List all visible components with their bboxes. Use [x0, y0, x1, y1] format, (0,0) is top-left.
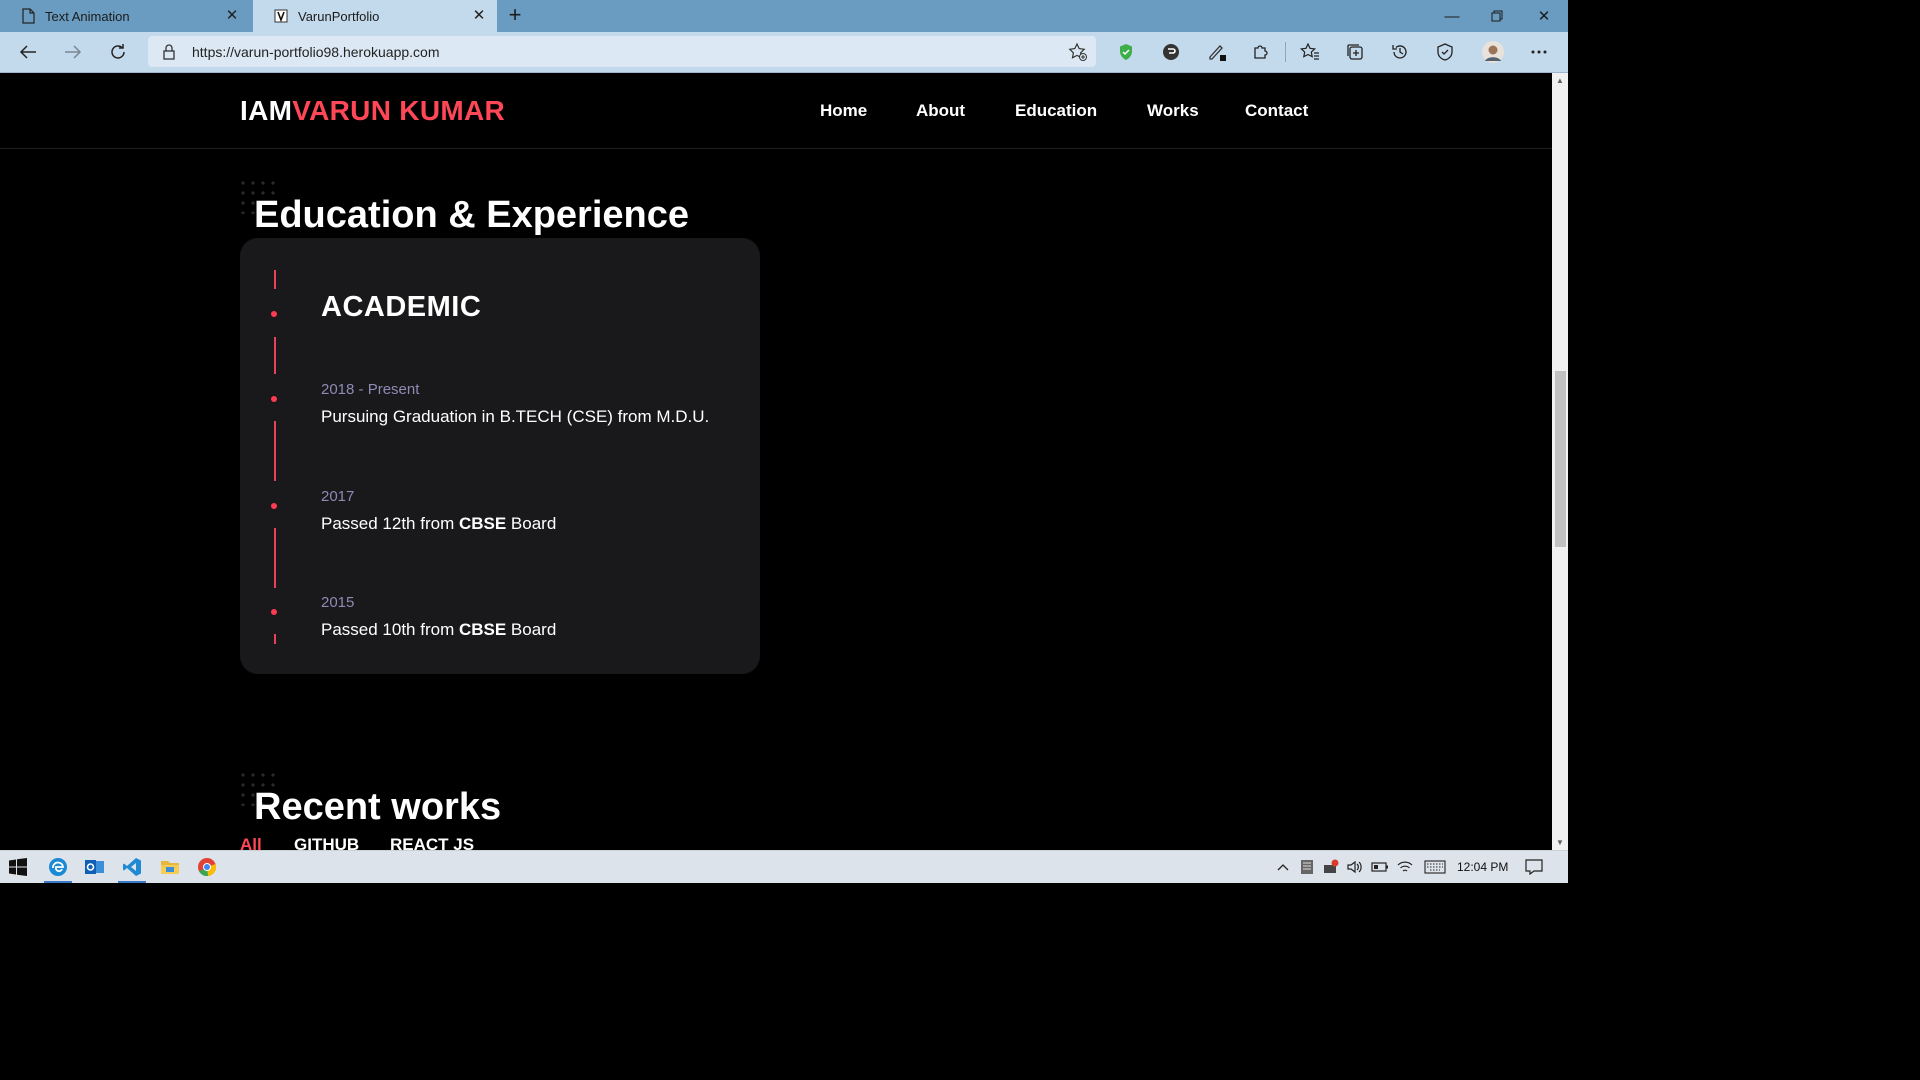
academic-heading: ACADEMIC [321, 291, 482, 323]
toolbar-divider [1285, 42, 1286, 62]
windows-start-icon[interactable] [0, 851, 36, 883]
volume-icon[interactable] [1346, 858, 1364, 876]
extension-icon[interactable] [1156, 38, 1186, 66]
item-description: Pursuing Graduation in B.TECH (CSE) from… [321, 407, 710, 426]
nav-link-contact[interactable]: Contact [1245, 101, 1308, 121]
collections-icon[interactable] [1340, 38, 1370, 66]
timeline-line [274, 634, 276, 644]
education-section-title: Education & Experience [254, 194, 690, 236]
windows-taskbar: 12:04 PM [0, 850, 1568, 883]
show-hidden-icons-icon[interactable] [1274, 858, 1292, 876]
wifi-icon[interactable] [1396, 858, 1414, 876]
timeline-line [274, 421, 276, 481]
tab-text-animation[interactable]: Text Animation ✕ [0, 0, 250, 32]
back-icon[interactable] [13, 38, 43, 66]
nav-link-home[interactable]: Home [820, 101, 867, 121]
timeline-dot [271, 311, 277, 317]
shield-extension-icon[interactable] [1111, 38, 1141, 66]
browser-toolbar: https://varun-portfolio98.herokuapp.com [0, 32, 1568, 73]
nav-link-about[interactable]: About [916, 101, 965, 121]
taskbar-clock[interactable]: 12:04 PM [1457, 860, 1508, 874]
keyboard-icon[interactable] [1423, 858, 1447, 876]
item-description-text: Board [506, 514, 557, 533]
site-logo[interactable]: IAMVARUN KUMAR [240, 95, 505, 127]
browser-tab-bar: Text Animation ✕ VarunPortfolio ✕ + — ✕ [0, 0, 1568, 32]
lock-icon[interactable] [162, 44, 178, 60]
outlook-icon[interactable] [77, 851, 113, 883]
works-section-title: Recent works [254, 786, 502, 828]
web-page: IAMVARUN KUMAR Home About Education Work… [0, 73, 1552, 850]
item-year: 2015 [321, 594, 355, 611]
academic-card: ACADEMIC 2018 - Present Pursuing Graduat… [240, 238, 760, 674]
page-scrollbar[interactable]: ▲ ▼ [1552, 73, 1568, 850]
scrollbar-thumb[interactable] [1555, 371, 1566, 547]
page-icon [20, 8, 36, 24]
timeline-line [274, 270, 276, 289]
filter-all[interactable]: All [240, 835, 262, 850]
site-favicon-icon [273, 8, 289, 24]
item-description-text: Passed 10th from [321, 620, 459, 639]
add-favorite-icon[interactable] [1068, 42, 1088, 62]
new-tab-icon[interactable]: + [504, 4, 526, 26]
filter-react-js[interactable]: REACT JS [390, 835, 474, 850]
tab-varun-portfolio[interactable]: VarunPortfolio ✕ [253, 0, 497, 32]
item-description: Passed 12th from CBSE Board [321, 514, 556, 534]
nav-link-works[interactable]: Works [1147, 101, 1199, 121]
puzzle-icon[interactable] [1246, 38, 1276, 66]
url-text: https://varun-portfolio98.herokuapp.com [192, 44, 440, 60]
more-icon[interactable] [1524, 38, 1554, 66]
refresh-icon[interactable] [103, 38, 133, 66]
history-icon[interactable] [1385, 38, 1415, 66]
item-description-text: Board [506, 620, 557, 639]
tab-title: Text Animation [45, 8, 130, 24]
item-year: 2018 - Present [321, 381, 420, 398]
restore-icon[interactable] [1474, 0, 1520, 32]
item-description-board: CBSE [458, 620, 507, 639]
nav-link-education[interactable]: Education [1015, 101, 1097, 121]
minimize-icon[interactable]: — [1429, 0, 1475, 32]
item-year: 2017 [321, 488, 355, 505]
profile-avatar[interactable] [1478, 38, 1508, 66]
file-explorer-icon[interactable] [152, 851, 188, 883]
performance-icon[interactable] [1430, 38, 1460, 66]
forward-icon[interactable] [58, 38, 88, 66]
timeline-dot [271, 396, 277, 402]
notebook-tray-icon[interactable] [1298, 858, 1316, 876]
logo-prefix: IAM [240, 95, 293, 126]
close-icon[interactable]: ✕ [224, 8, 240, 24]
chrome-icon[interactable] [189, 851, 225, 883]
window-close-icon[interactable]: ✕ [1521, 0, 1567, 32]
pen-extension-icon[interactable] [1202, 38, 1232, 66]
item-description: Passed 10th from CBSE Board [321, 620, 556, 640]
address-bar[interactable]: https://varun-portfolio98.herokuapp.com [148, 36, 1096, 67]
item-description-text: Passed 12th from [321, 514, 459, 533]
timeline-line [274, 337, 276, 374]
network-alert-icon[interactable] [1322, 858, 1340, 876]
item-description-board: CBSE [458, 514, 507, 533]
close-icon[interactable]: ✕ [471, 8, 487, 24]
scroll-down-icon[interactable]: ▼ [1555, 838, 1565, 847]
scroll-up-icon[interactable]: ▲ [1555, 76, 1565, 85]
site-header: IAMVARUN KUMAR Home About Education Work… [0, 73, 1552, 149]
favorites-icon[interactable] [1295, 38, 1325, 66]
tab-title: VarunPortfolio [298, 8, 380, 24]
vscode-icon[interactable] [114, 851, 150, 883]
logo-name: VARUN KUMAR [292, 95, 506, 126]
timeline-dot [271, 609, 277, 615]
filter-github[interactable]: GITHUB [294, 835, 359, 850]
notifications-icon[interactable] [1525, 858, 1543, 876]
timeline-dot [271, 503, 277, 509]
edge-icon[interactable] [40, 851, 76, 883]
timeline-line [274, 528, 276, 588]
battery-icon[interactable] [1371, 858, 1389, 876]
